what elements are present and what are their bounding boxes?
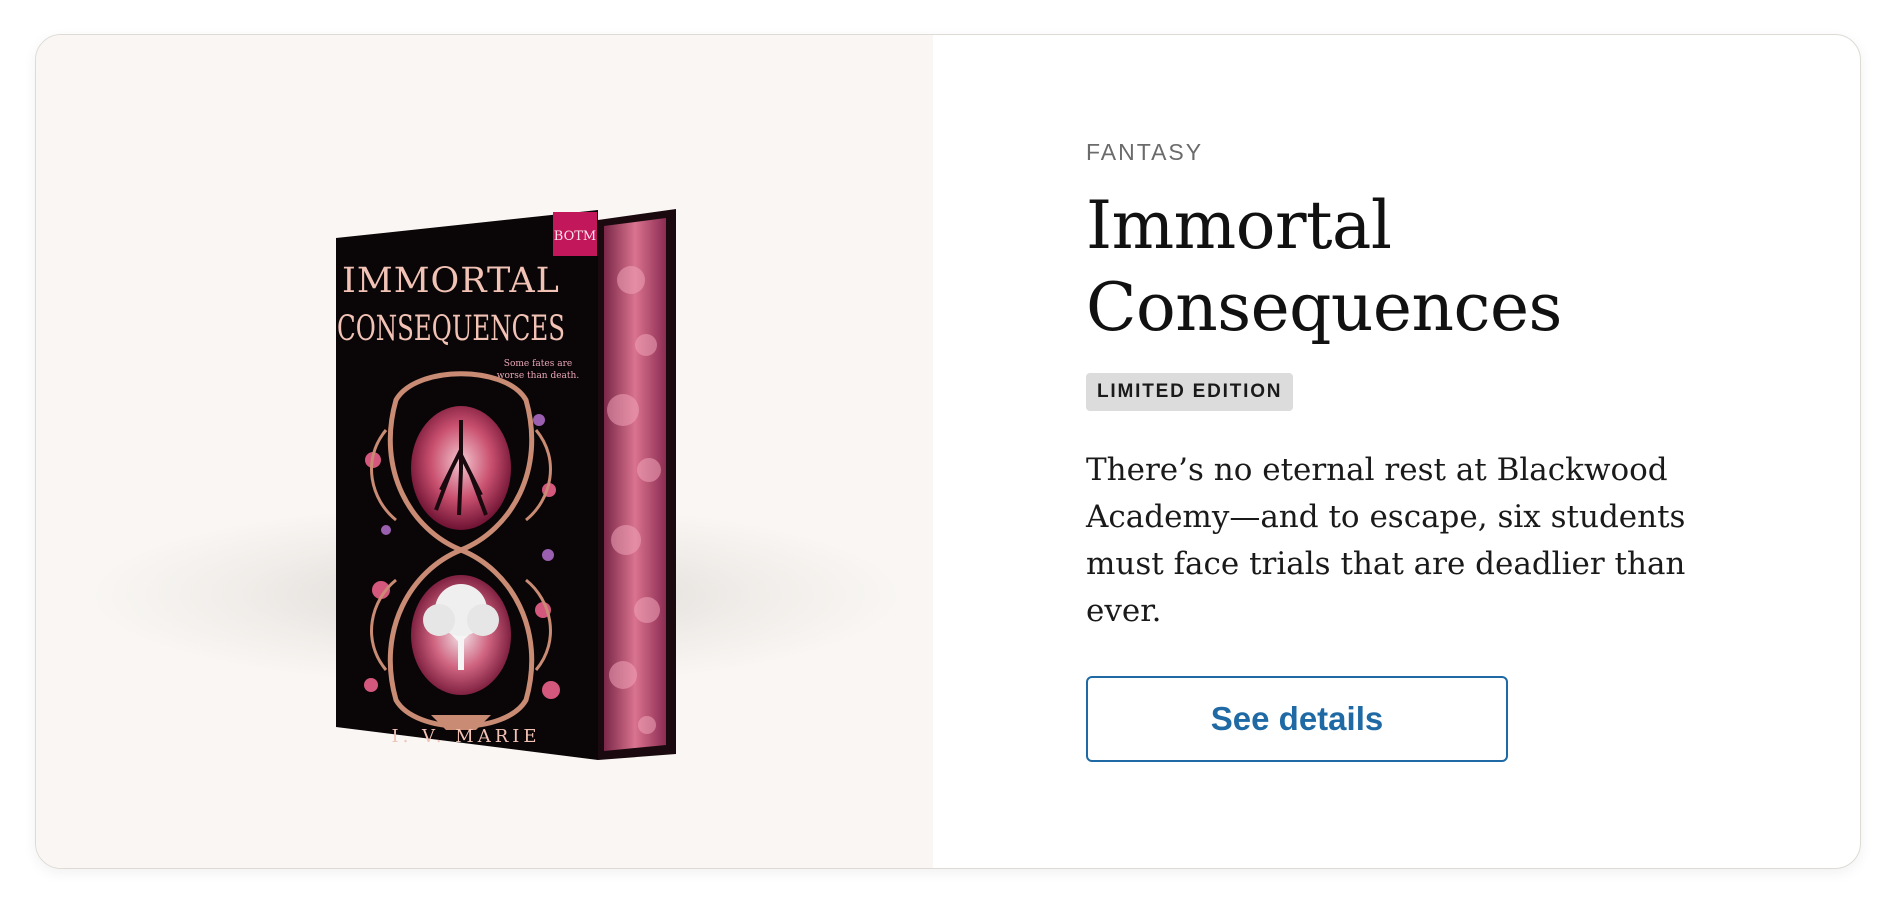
book-feature-card: BOTM IMMORTAL CONSEQUENCES Some fates ar… [35, 34, 1861, 869]
cover-tagline-line2: worse than death. [497, 371, 580, 381]
publisher-logo-text: BOTM [554, 229, 596, 244]
genre-label: FANTASY [1086, 139, 1204, 165]
book-image-panel: BOTM IMMORTAL CONSEQUENCES Some fates ar… [36, 35, 933, 868]
book-info-panel: FANTASY Immortal Consequences LIMITED ED… [933, 35, 1860, 868]
book-illustration: BOTM IMMORTAL CONSEQUENCES Some fates ar… [336, 209, 676, 760]
book-description: There’s no eternal rest at Blackwood Aca… [1086, 452, 1686, 629]
book-cover-image[interactable]: BOTM IMMORTAL CONSEQUENCES Some fates ar… [301, 170, 681, 770]
limited-edition-badge: LIMITED EDITION [1086, 373, 1294, 411]
cover-title-line1: IMMORTAL [342, 261, 560, 301]
cover-author: I. V. MARIE [391, 726, 540, 747]
see-details-button[interactable]: See details [1086, 676, 1508, 762]
cover-tagline-line1: Some fates are [504, 359, 572, 369]
book-title: Immortal Consequences [1086, 187, 1562, 346]
cover-title-line2: CONSEQUENCES [337, 309, 565, 349]
